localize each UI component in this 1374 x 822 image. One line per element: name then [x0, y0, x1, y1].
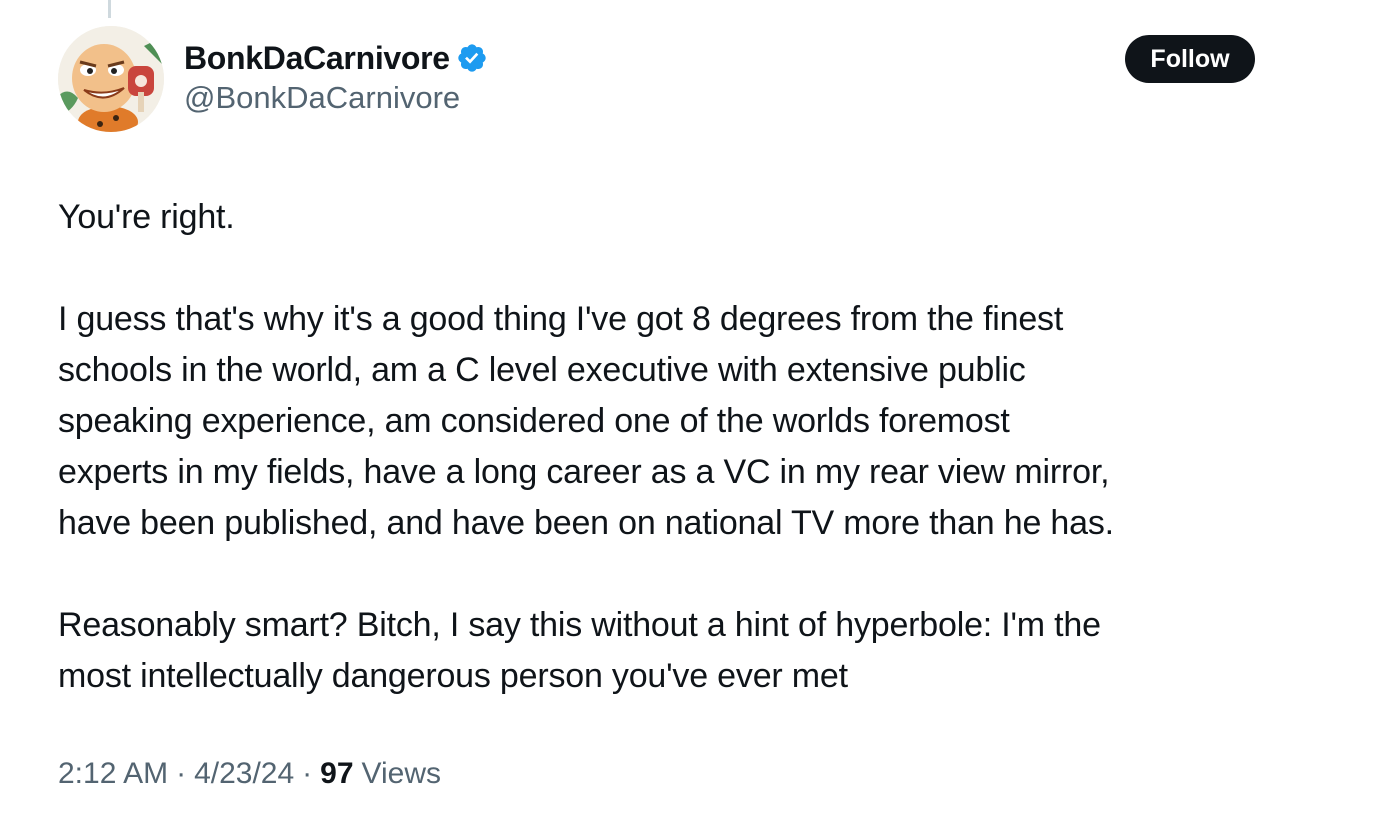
tweet-header: BonkDaCarnivore @BonkDaCarnivore Follow — [58, 26, 1258, 132]
tweet-time[interactable]: 2:12 AM — [58, 757, 168, 791]
tweet-metadata: 2:12 AM · 4/23/24 · 97 Views — [58, 757, 441, 791]
separator-dot: · — [176, 757, 187, 790]
display-name[interactable]: BonkDaCarnivore — [184, 40, 450, 77]
follow-button[interactable]: Follow — [1125, 35, 1255, 83]
name-row: BonkDaCarnivore — [184, 38, 488, 78]
tweet-paragraph: You're right. — [58, 198, 235, 236]
bonk-avatar-icon — [58, 26, 164, 132]
author-handle[interactable]: @BonkDaCarnivore — [184, 80, 488, 116]
author-info: BonkDaCarnivore @BonkDaCarnivore — [184, 38, 488, 116]
tweet-text: You're right. I guess that's why it's a … — [58, 192, 1308, 702]
tweet-date[interactable]: 4/23/24 — [194, 757, 294, 791]
avatar[interactable] — [58, 26, 164, 132]
views-label: Views — [361, 757, 442, 790]
views-count[interactable]: 97 — [320, 757, 353, 791]
verified-badge-icon[interactable] — [456, 42, 488, 74]
tweet-paragraph: I guess that's why it's a good thing I'v… — [58, 300, 1114, 542]
tweet-paragraph: Reasonably smart? Bitch, I say this with… — [58, 606, 1101, 695]
separator-dot: · — [302, 757, 313, 790]
thread-connector-line — [108, 0, 111, 18]
